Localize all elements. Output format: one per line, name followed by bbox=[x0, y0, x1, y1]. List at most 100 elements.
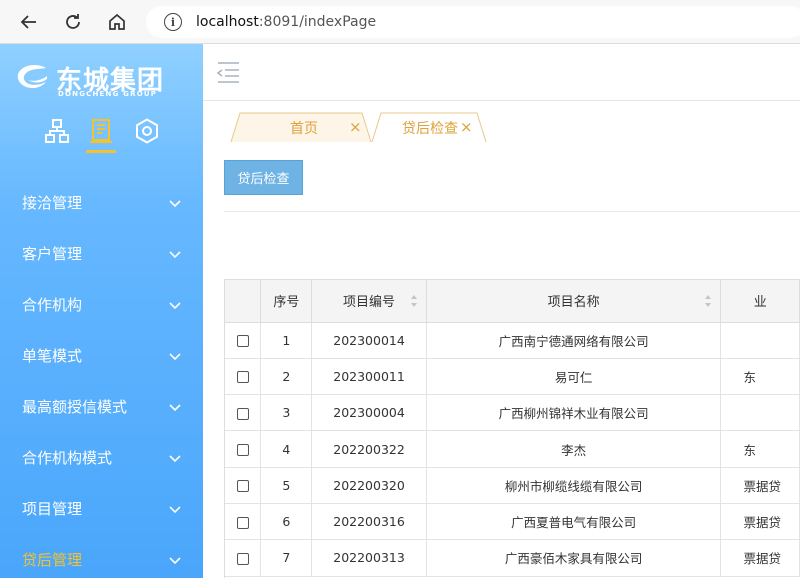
sidebar-item-label: 单笔模式 bbox=[22, 347, 83, 365]
main-header bbox=[203, 44, 800, 101]
row-checkbox-cell bbox=[225, 539, 262, 577]
tab-home[interactable]: 首页 × bbox=[230, 112, 372, 142]
column-header-index: 序号 bbox=[260, 280, 313, 323]
settings-icon[interactable] bbox=[134, 118, 160, 144]
sidebar-item-single-mode[interactable]: 单笔模式 bbox=[0, 330, 203, 381]
table-row[interactable]: 5 202200320 柳州市柳缆线缆有限公司 票据贷 bbox=[225, 467, 800, 504]
url-host: localhost bbox=[196, 14, 259, 30]
table-row[interactable]: 6 202200316 广西夏普电气有限公司 票据贷 bbox=[225, 503, 800, 541]
info-icon[interactable]: i bbox=[164, 13, 182, 31]
row-checkbox[interactable] bbox=[236, 516, 249, 529]
chevron-down-icon bbox=[169, 301, 181, 309]
table-row[interactable]: 7 202200313 广西豪佰木家具有限公司 票据贷 bbox=[225, 539, 800, 577]
reload-button[interactable] bbox=[58, 7, 88, 37]
logo-mark-icon bbox=[17, 64, 47, 89]
column-header-label: 项目名称 bbox=[547, 295, 600, 311]
cell-name: 易可仁 bbox=[426, 358, 722, 396]
row-checkbox-cell bbox=[225, 467, 262, 504]
table-header-row: 序号 项目编号 项目名称 业 bbox=[225, 280, 800, 323]
home-button[interactable] bbox=[102, 7, 132, 37]
header-checkbox-cell bbox=[225, 280, 262, 323]
cell-name: 李杰 bbox=[426, 430, 722, 468]
sidebar-icon-switcher bbox=[42, 118, 172, 158]
sidebar-item-reception[interactable]: 接洽管理 bbox=[0, 177, 203, 228]
sidebar: 东城集团 DONGCHENG GROUP 接洽管理 客户管理 合作机构 单笔模式… bbox=[0, 44, 203, 578]
row-checkbox[interactable] bbox=[236, 335, 249, 348]
browser-toolbar: i localhost:8091/indexPage bbox=[0, 0, 800, 44]
cell-code: 202200320 bbox=[311, 467, 427, 504]
column-header-name[interactable]: 项目名称 bbox=[426, 280, 722, 323]
cell-index: 7 bbox=[260, 539, 313, 577]
cell-code: 202300004 bbox=[311, 394, 427, 432]
cell-index: 5 bbox=[260, 467, 313, 504]
cell-business bbox=[720, 394, 800, 432]
row-checkbox[interactable] bbox=[236, 480, 249, 493]
address-bar[interactable]: i localhost:8091/indexPage bbox=[146, 6, 800, 38]
sidebar-item-partners[interactable]: 合作机构 bbox=[0, 279, 203, 330]
sidebar-item-customers[interactable]: 客户管理 bbox=[0, 228, 203, 279]
sidebar-item-post-loan[interactable]: 贷后管理 bbox=[0, 534, 203, 585]
back-button[interactable] bbox=[14, 7, 44, 37]
sidebar-item-projects[interactable]: 项目管理 bbox=[0, 483, 203, 534]
arrow-left-icon bbox=[20, 14, 36, 29]
sidebar-item-max-credit-mode[interactable]: 最高额授信模式 bbox=[0, 381, 203, 432]
table-row[interactable]: 4 202200322 李杰东 bbox=[225, 430, 800, 468]
cell-index: 4 bbox=[260, 430, 313, 468]
sort-icon[interactable] bbox=[704, 294, 712, 308]
cell-index: 2 bbox=[260, 358, 313, 396]
sidebar-item-label: 客户管理 bbox=[22, 245, 83, 263]
cell-business bbox=[720, 322, 800, 359]
column-header-code[interactable]: 项目编号 bbox=[311, 280, 427, 323]
sidebar-item-label: 合作机构模式 bbox=[22, 449, 113, 467]
divider bbox=[224, 211, 800, 212]
sidebar-item-label: 贷后管理 bbox=[22, 551, 83, 569]
cell-name: 广西豪佰木家具有限公司 bbox=[426, 539, 722, 577]
url-path: :8091/indexPage bbox=[258, 14, 377, 30]
sidebar-item-partner-mode[interactable]: 合作机构模式 bbox=[0, 432, 203, 483]
cell-code: 202200322 bbox=[311, 430, 427, 468]
row-checkbox[interactable] bbox=[236, 552, 249, 565]
cell-code: 202300014 bbox=[311, 322, 427, 359]
cell-business: 票据贷 bbox=[720, 503, 800, 541]
close-icon[interactable]: × bbox=[349, 118, 362, 136]
tab-home-label: 首页 bbox=[290, 121, 318, 137]
row-checkbox[interactable] bbox=[236, 444, 249, 457]
table-row[interactable]: 1 202300014 广西南宁德通网络有限公司 bbox=[225, 322, 800, 359]
sidebar-item-label: 合作机构 bbox=[22, 296, 83, 314]
chevron-down-icon bbox=[169, 403, 181, 411]
sidebar-menu: 接洽管理 客户管理 合作机构 单笔模式 最高额授信模式 合作机构模式 项目管理 … bbox=[0, 177, 203, 585]
close-icon[interactable]: × bbox=[460, 118, 473, 136]
column-header-label: 项目编号 bbox=[343, 295, 396, 311]
column-header-business: 业 bbox=[720, 280, 800, 323]
home-icon bbox=[109, 13, 125, 30]
document-icon[interactable] bbox=[86, 118, 116, 153]
cell-index: 1 bbox=[260, 322, 313, 359]
cell-code: 202300011 bbox=[311, 358, 427, 396]
chevron-down-icon bbox=[169, 454, 181, 462]
cell-name: 广西柳州锦祥木业有限公司 bbox=[426, 394, 722, 432]
sidebar-item-label: 接洽管理 bbox=[22, 194, 83, 212]
row-checkbox[interactable] bbox=[236, 407, 249, 420]
logo-subtitle: DONGCHENG GROUP bbox=[58, 90, 158, 98]
cell-code: 202200313 bbox=[311, 539, 427, 577]
cell-name: 广西南宁德通网络有限公司 bbox=[426, 322, 722, 359]
menu-fold-icon[interactable] bbox=[215, 60, 241, 84]
row-checkbox-cell bbox=[225, 322, 262, 359]
cell-business: 东 bbox=[720, 430, 800, 468]
cell-code: 202200316 bbox=[311, 503, 427, 541]
org-chart-icon[interactable] bbox=[44, 118, 70, 144]
row-checkbox[interactable] bbox=[236, 371, 249, 384]
cell-business: 票据贷 bbox=[720, 539, 800, 577]
table-row[interactable]: 3 202300004 广西柳州锦祥木业有限公司 bbox=[225, 394, 800, 432]
sort-icon[interactable] bbox=[410, 294, 418, 308]
chevron-down-icon bbox=[169, 199, 181, 207]
reload-icon bbox=[66, 13, 80, 29]
tab-post-loan-check[interactable]: 贷后检查 × bbox=[371, 112, 487, 142]
company-logo: 东城集团 DONGCHENG GROUP bbox=[16, 60, 191, 98]
post-loan-check-button[interactable]: 贷后检查 bbox=[224, 160, 303, 195]
row-checkbox-cell bbox=[225, 430, 262, 468]
cell-business: 票据贷 bbox=[720, 467, 800, 504]
cell-index: 6 bbox=[260, 503, 313, 541]
chevron-down-icon bbox=[169, 352, 181, 360]
table-row[interactable]: 2 202300011 易可仁东 bbox=[225, 358, 800, 396]
